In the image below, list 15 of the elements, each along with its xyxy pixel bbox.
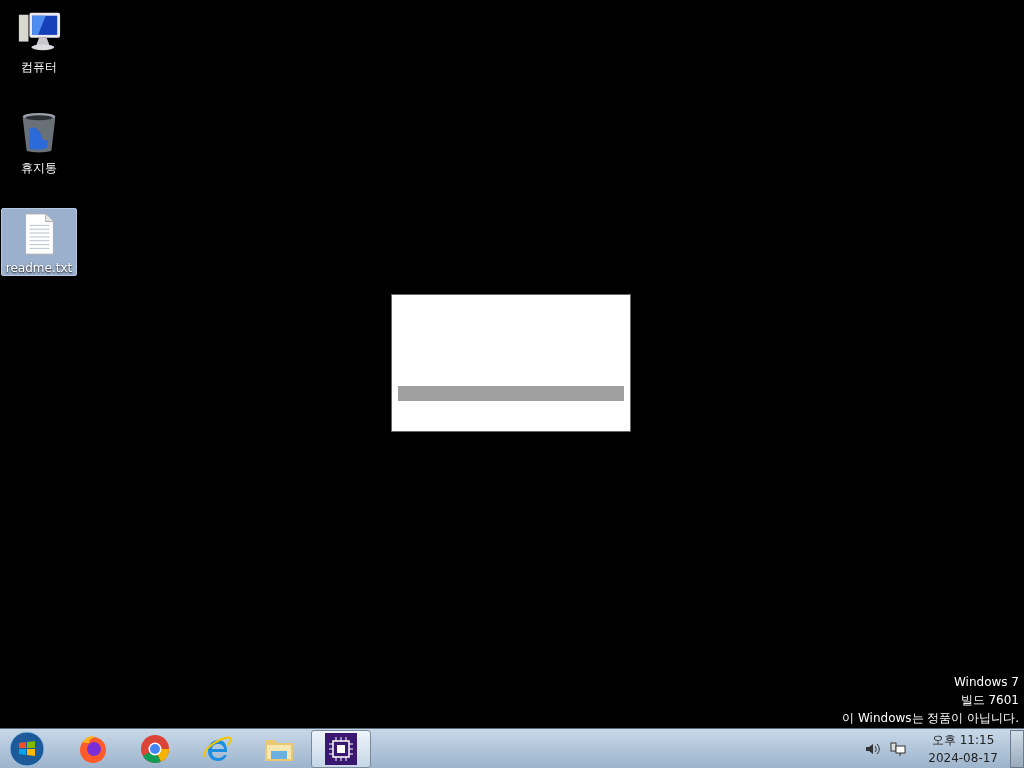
- show-desktop-button[interactable]: [1010, 729, 1024, 768]
- icon-label: 컴퓨터: [21, 59, 57, 76]
- watermark-text: 빌드 7601: [960, 692, 1019, 709]
- chrome-icon: [139, 732, 171, 765]
- icon-label: readme.txt: [5, 261, 73, 275]
- taskbar-button[interactable]: [311, 729, 371, 768]
- desktop-icon[interactable]: 컴퓨터: [1, 6, 77, 74]
- chip-icon: [325, 732, 357, 765]
- network-icon[interactable]: [890, 740, 907, 757]
- desktop-icon[interactable]: 휴지통: [1, 107, 77, 175]
- clock[interactable]: 오후 11:15 2024-08-17: [928, 730, 998, 767]
- icon-label: 휴지통: [21, 160, 57, 177]
- start-button[interactable]: [9, 730, 45, 767]
- watermark-text: 이 Windows는 정품이 아닙니다.: [842, 710, 1019, 727]
- watermark-text: Windows 7: [954, 674, 1019, 691]
